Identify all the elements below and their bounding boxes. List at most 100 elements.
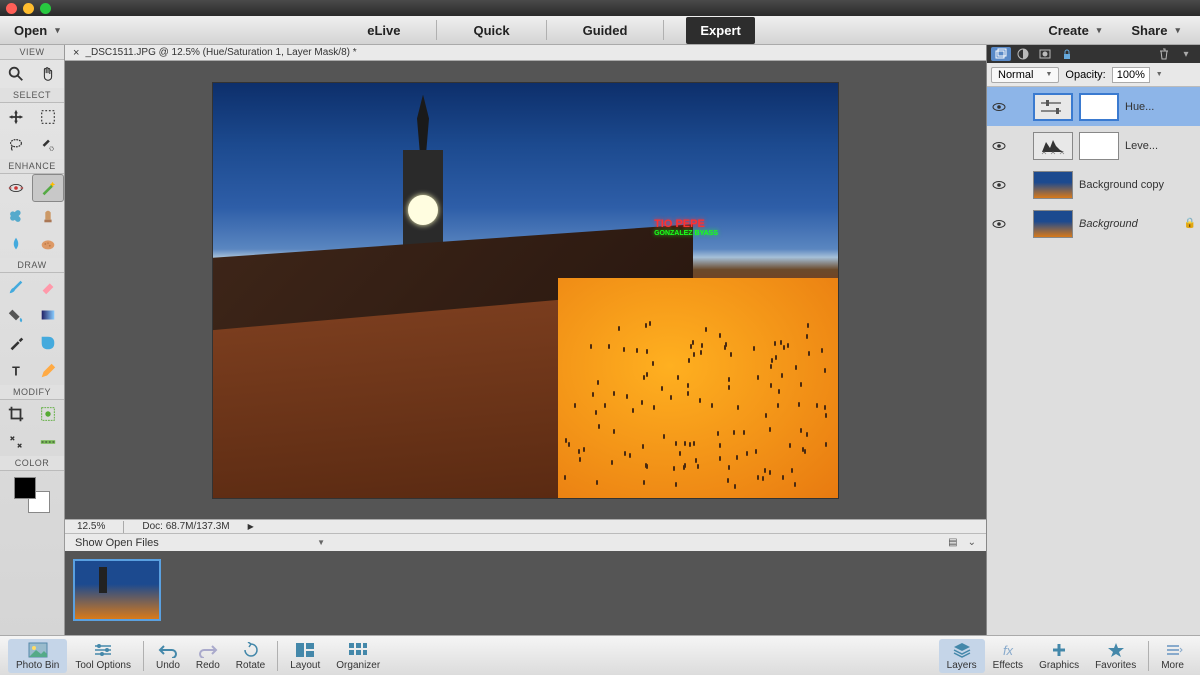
photo-bin-button[interactable]: Photo Bin (8, 639, 67, 673)
open-files-dropdown[interactable]: Show Open Files ▼ (75, 537, 325, 549)
photo-bin-thumbnail[interactable] (73, 559, 161, 621)
share-menu[interactable]: Share ▾ (1131, 23, 1180, 38)
organizer-button[interactable]: Organizer (328, 639, 388, 673)
content-aware-move-tool[interactable] (0, 428, 32, 456)
close-tab-icon[interactable]: × (73, 47, 79, 59)
caret-down-icon[interactable]: ▼ (1156, 71, 1163, 78)
delete-layer-icon[interactable] (1154, 47, 1174, 61)
layout-button[interactable]: Layout (282, 639, 328, 673)
divider (277, 641, 278, 671)
layers-button[interactable]: Layers (939, 639, 985, 673)
list-view-icon[interactable]: ▤ (948, 537, 957, 548)
layers-panel: ▾ Normal ▼ Opacity: 100% ▼ Hue... Leve..… (986, 45, 1200, 635)
blur-tool[interactable] (0, 230, 32, 258)
sponge-tool[interactable] (32, 230, 64, 258)
visibility-toggle-icon[interactable] (991, 99, 1007, 115)
effects-button[interactable]: fx Effects (985, 639, 1031, 673)
panel-menu-icon[interactable]: ▾ (1176, 47, 1196, 61)
layer-name[interactable]: Background copy (1079, 179, 1196, 191)
layer-thumbnail[interactable] (1033, 171, 1073, 199)
zoom-level[interactable]: 12.5% (77, 521, 105, 532)
fill-tool[interactable] (0, 301, 32, 329)
graphics-button[interactable]: Graphics (1031, 639, 1087, 673)
document-tab[interactable]: × _DSC1511.JPG @ 12.5% (Hue/Saturation 1… (65, 45, 986, 61)
quick-select-tool[interactable] (32, 131, 64, 159)
layer-mask-icon[interactable] (1035, 47, 1055, 61)
layer-name[interactable]: Hue... (1125, 101, 1196, 113)
close-window-icon[interactable] (6, 3, 17, 14)
zoom-window-icon[interactable] (40, 3, 51, 14)
color-swatches[interactable] (14, 477, 50, 513)
lock-layer-icon[interactable] (1057, 47, 1077, 61)
marquee-tool[interactable] (32, 103, 64, 131)
layer-row-background[interactable]: Background 🔒 (987, 204, 1200, 243)
doc-size-info[interactable]: Doc: 68.7M/137.3M (142, 521, 229, 532)
visibility-toggle-icon[interactable] (991, 177, 1007, 193)
more-menu-icon (1163, 641, 1183, 659)
brush-tool[interactable] (0, 273, 32, 301)
organizer-label: Organizer (336, 660, 380, 671)
visibility-toggle-icon[interactable] (991, 216, 1007, 232)
rotate-button[interactable]: Rotate (228, 639, 273, 673)
visibility-toggle-icon[interactable] (991, 138, 1007, 154)
shape-tool[interactable] (32, 329, 64, 357)
smart-brush-tool[interactable] (32, 174, 64, 202)
toolbox-section-select: SELECT (0, 88, 64, 103)
chevron-down-icon[interactable]: ⌄ (968, 537, 976, 548)
window-titlebar (0, 0, 1200, 16)
layer-name[interactable]: Leve... (1125, 140, 1196, 152)
spot-heal-tool[interactable] (0, 202, 32, 230)
favorites-button[interactable]: Favorites (1087, 639, 1144, 673)
eyedropper-tool[interactable] (0, 329, 32, 357)
mode-tab-elive[interactable]: eLive (353, 17, 414, 44)
layer-mask-thumbnail[interactable] (1079, 132, 1119, 160)
mode-tab-quick[interactable]: Quick (459, 17, 523, 44)
straighten-tool[interactable] (32, 428, 64, 456)
clone-stamp-tool[interactable] (32, 202, 64, 230)
new-layer-icon[interactable] (991, 47, 1011, 61)
type-tool[interactable]: T (0, 357, 32, 385)
open-menu[interactable]: Open ▾ (14, 23, 60, 38)
mode-tab-guided[interactable]: Guided (569, 17, 642, 44)
new-adjustment-icon[interactable] (1013, 47, 1033, 61)
toolbox-section-modify: MODIFY (0, 385, 64, 400)
image-content: TIO PEPE GONZALEZ BYASS (654, 218, 718, 237)
main-area: VIEW SELECT ENHANCE DRAW (0, 45, 1200, 635)
layer-row-hue-saturation[interactable]: Hue... (987, 87, 1200, 126)
move-tool[interactable] (0, 103, 32, 131)
svg-text:T: T (12, 365, 20, 379)
layer-thumbnail[interactable] (1033, 210, 1073, 238)
foreground-color[interactable] (14, 477, 36, 499)
image-content (403, 95, 445, 245)
redo-button[interactable]: Redo (188, 639, 228, 673)
layer-row-background-copy[interactable]: Background copy (987, 165, 1200, 204)
minimize-window-icon[interactable] (23, 3, 34, 14)
create-menu[interactable]: Create ▾ (1048, 23, 1101, 38)
layer-mask-thumbnail[interactable] (1079, 93, 1119, 121)
image-content (558, 278, 838, 498)
toolbox-section-enhance: ENHANCE (0, 159, 64, 174)
open-menu-label: Open (14, 23, 47, 38)
crop-tool[interactable] (0, 400, 32, 428)
pencil-tool[interactable] (32, 357, 64, 385)
opacity-input[interactable]: 100% (1112, 67, 1150, 83)
organizer-icon (348, 641, 368, 659)
hand-tool[interactable] (32, 60, 64, 88)
triangle-right-icon[interactable]: ▶ (248, 522, 254, 531)
recompose-tool[interactable] (32, 400, 64, 428)
more-button[interactable]: More (1153, 639, 1192, 673)
mode-tab-expert[interactable]: Expert (686, 17, 754, 44)
zoom-tool[interactable] (0, 60, 32, 88)
layer-name[interactable]: Background (1079, 218, 1178, 230)
blend-mode-dropdown[interactable]: Normal ▼ (991, 67, 1059, 83)
layer-row-levels[interactable]: Leve... (987, 126, 1200, 165)
gradient-tool[interactable] (32, 301, 64, 329)
photo-canvas[interactable]: TIO PEPE GONZALEZ BYASS (212, 82, 839, 499)
canvas-area[interactable]: TIO PEPE GONZALEZ BYASS (65, 61, 986, 519)
eraser-tool[interactable] (32, 273, 64, 301)
levels-icon (1033, 132, 1073, 160)
lasso-tool[interactable] (0, 131, 32, 159)
tool-options-button[interactable]: Tool Options (67, 639, 139, 673)
undo-button[interactable]: Undo (148, 639, 188, 673)
redeye-tool[interactable] (0, 174, 32, 202)
